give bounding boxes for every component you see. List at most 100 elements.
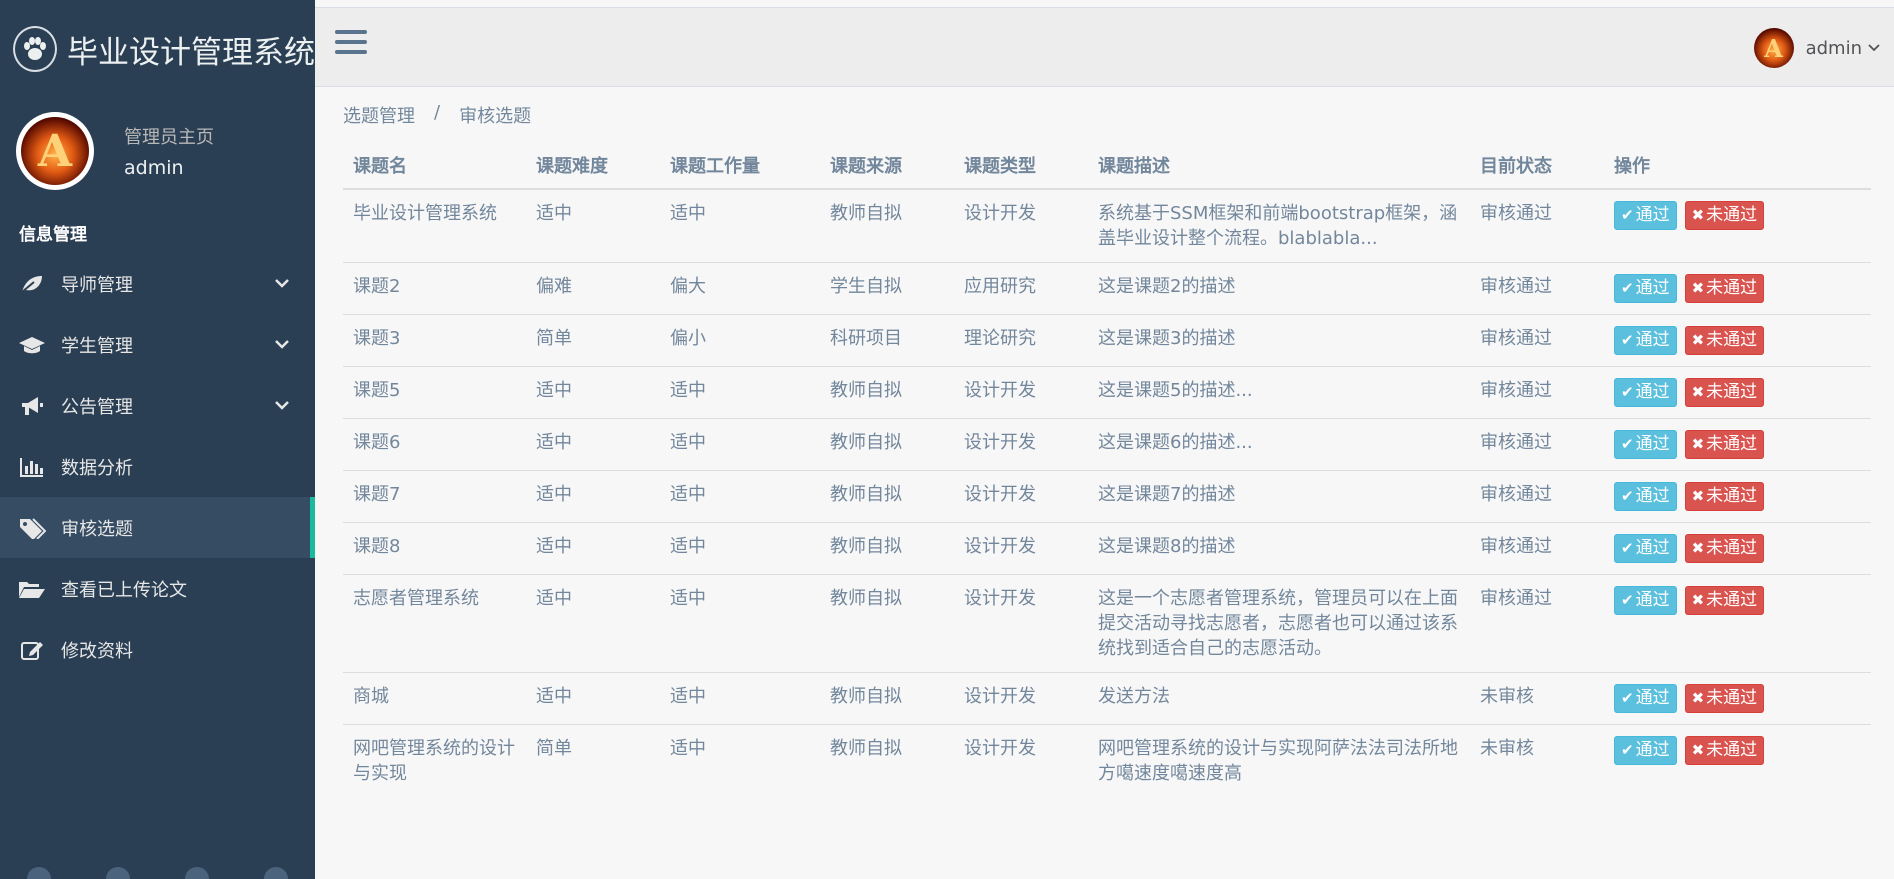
topic-source: 科研项目 xyxy=(820,314,954,367)
topic-type: 设计开发 xyxy=(954,672,1088,725)
close-icon: ✖ xyxy=(1691,383,1705,401)
sidebar-item-label: 修改资料 xyxy=(61,640,133,662)
close-icon: ✖ xyxy=(1691,487,1705,505)
reject-button[interactable]: ✖ 未通过 xyxy=(1684,274,1765,303)
reject-label: 未通过 xyxy=(1706,538,1758,558)
reject-button[interactable]: ✖ 未通过 xyxy=(1684,378,1765,407)
check-icon: ✔ xyxy=(1621,331,1634,349)
topic-status: 未审核 xyxy=(1470,724,1604,797)
sidebar-item-announcement[interactable]: 公告管理 xyxy=(0,375,315,436)
topic-status: 未审核 xyxy=(1470,672,1604,725)
approve-button[interactable]: ✔ 通过 xyxy=(1614,201,1677,230)
reject-label: 未通过 xyxy=(1706,278,1758,298)
topic-actions: ✔ 通过 ✖ 未通过 xyxy=(1604,470,1871,523)
profile: A 管理员主页 admin xyxy=(0,98,315,204)
topic-description: 这是课题7的描述 xyxy=(1088,470,1470,523)
user-name: admin xyxy=(1805,37,1862,59)
chevron-down-icon xyxy=(275,400,289,410)
topic-source: 教师自拟 xyxy=(820,470,954,523)
sidebar: 毕业设计管理系统 A 管理员主页 admin 信息管理 导师管理 学生管理 公告… xyxy=(0,0,315,879)
power-icon[interactable] xyxy=(263,867,288,879)
sidebar-footer xyxy=(0,863,315,879)
lock-icon[interactable] xyxy=(184,867,209,879)
tags-icon xyxy=(18,516,46,540)
approve-label: 通过 xyxy=(1635,590,1670,610)
table-row: 志愿者管理系统 适中 适中 教师自拟 设计开发 这是一个志愿者管理系统，管理员可… xyxy=(343,574,1871,673)
sidebar-item-tutor[interactable]: 导师管理 xyxy=(0,253,315,314)
user-menu[interactable]: A admin xyxy=(1753,28,1880,68)
column-header: 课题难度 xyxy=(526,141,660,190)
menu-toggle-icon[interactable] xyxy=(335,30,367,60)
approve-button[interactable]: ✔ 通过 xyxy=(1614,430,1677,459)
topic-source: 教师自拟 xyxy=(820,188,954,263)
topic-type: 理论研究 xyxy=(954,314,1088,367)
approve-label: 通过 xyxy=(1635,330,1670,350)
close-icon: ✖ xyxy=(1691,435,1705,453)
reject-label: 未通过 xyxy=(1706,330,1758,350)
column-header: 课题来源 xyxy=(820,141,954,190)
reject-label: 未通过 xyxy=(1706,434,1758,454)
sidebar-item-papers[interactable]: 查看已上传论文 xyxy=(0,558,315,619)
approve-label: 通过 xyxy=(1635,740,1670,760)
fullscreen-icon[interactable] xyxy=(106,867,131,879)
topic-workload: 适中 xyxy=(660,188,820,263)
topic-source: 教师自拟 xyxy=(820,366,954,419)
column-header: 课题类型 xyxy=(954,141,1088,190)
topic-source: 教师自拟 xyxy=(820,418,954,471)
topic-name: 商城 xyxy=(343,672,526,725)
leaf-icon xyxy=(18,272,46,296)
reject-label: 未通过 xyxy=(1706,205,1758,225)
column-header: 操作 xyxy=(1604,141,1871,190)
topic-name: 课题6 xyxy=(343,418,526,471)
reject-button[interactable]: ✖ 未通过 xyxy=(1684,430,1765,459)
top-nav: A admin xyxy=(315,7,1894,87)
approve-button[interactable]: ✔ 通过 xyxy=(1614,534,1677,563)
approve-button[interactable]: ✔ 通过 xyxy=(1614,482,1677,511)
reject-button[interactable]: ✖ 未通过 xyxy=(1684,534,1765,563)
reject-label: 未通过 xyxy=(1706,688,1758,708)
sidebar-item-student[interactable]: 学生管理 xyxy=(0,314,315,375)
approve-label: 通过 xyxy=(1635,538,1670,558)
breadcrumb-separator: / xyxy=(434,102,441,123)
topic-actions: ✔ 通过 ✖ 未通过 xyxy=(1604,522,1871,575)
topic-difficulty: 适中 xyxy=(526,366,660,419)
topic-workload: 适中 xyxy=(660,672,820,725)
close-icon: ✖ xyxy=(1691,279,1705,297)
reject-button[interactable]: ✖ 未通过 xyxy=(1684,201,1765,230)
approve-button[interactable]: ✔ 通过 xyxy=(1614,274,1677,303)
sidebar-item-review-topics[interactable]: 审核选题 xyxy=(0,497,315,558)
topic-description: 这是课题2的描述 xyxy=(1088,262,1470,315)
reject-button[interactable]: ✖ 未通过 xyxy=(1684,736,1765,765)
approve-label: 通过 xyxy=(1635,434,1670,454)
table-row: 课题8 适中 适中 教师自拟 设计开发 这是课题8的描述 审核通过 ✔ 通过 ✖ 未通… xyxy=(343,522,1871,575)
approve-button[interactable]: ✔ 通过 xyxy=(1614,684,1677,713)
topic-difficulty: 简单 xyxy=(526,724,660,797)
topics-table: 课题名 课题难度 课题工作量 课题来源 课题类型 课题描述 目前状态 操作 毕业… xyxy=(343,141,1871,797)
reject-label: 未通过 xyxy=(1706,486,1758,506)
approve-button[interactable]: ✔ 通过 xyxy=(1614,586,1677,615)
close-icon: ✖ xyxy=(1691,331,1705,349)
breadcrumb-parent[interactable]: 选题管理 xyxy=(343,102,415,128)
column-header: 课题描述 xyxy=(1088,141,1470,190)
sidebar-item-analysis[interactable]: 数据分析 xyxy=(0,436,315,497)
table-row: 课题3 简单 偏小 科研项目 理论研究 这是课题3的描述 审核通过 ✔ 通过 ✖ 未通… xyxy=(343,314,1871,367)
brand[interactable]: 毕业设计管理系统 xyxy=(0,0,315,98)
table-row: 课题7 适中 适中 教师自拟 设计开发 这是课题7的描述 审核通过 ✔ 通过 ✖ 未通… xyxy=(343,470,1871,523)
topic-workload: 适中 xyxy=(660,418,820,471)
topic-name: 课题8 xyxy=(343,522,526,575)
settings-icon[interactable] xyxy=(27,867,52,879)
sidebar-item-edit-profile[interactable]: 修改资料 xyxy=(0,619,315,680)
topic-workload: 适中 xyxy=(660,574,820,673)
column-header: 目前状态 xyxy=(1470,141,1604,190)
approve-label: 通过 xyxy=(1635,382,1670,402)
reject-button[interactable]: ✖ 未通过 xyxy=(1684,684,1765,713)
approve-button[interactable]: ✔ 通过 xyxy=(1614,378,1677,407)
reject-button[interactable]: ✖ 未通过 xyxy=(1684,586,1765,615)
topic-name: 志愿者管理系统 xyxy=(343,574,526,673)
reject-button[interactable]: ✖ 未通过 xyxy=(1684,326,1765,355)
reject-button[interactable]: ✖ 未通过 xyxy=(1684,482,1765,511)
topic-actions: ✔ 通过 ✖ 未通过 xyxy=(1604,314,1871,367)
check-icon: ✔ xyxy=(1621,487,1634,505)
approve-button[interactable]: ✔ 通过 xyxy=(1614,736,1677,765)
approve-button[interactable]: ✔ 通过 xyxy=(1614,326,1677,355)
